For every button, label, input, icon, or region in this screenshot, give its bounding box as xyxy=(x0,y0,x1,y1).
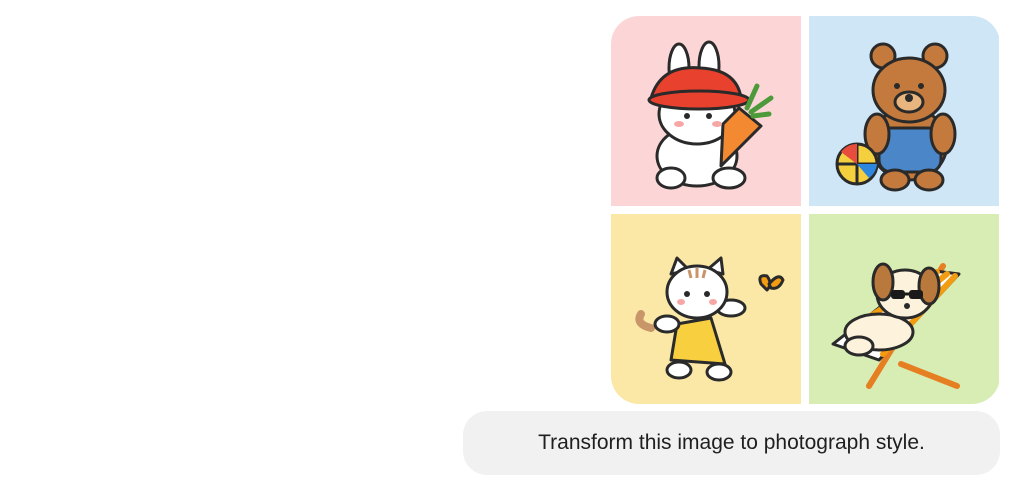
tile-dog-on-beach-chair xyxy=(809,214,999,404)
bear-illustration xyxy=(835,42,957,192)
attached-image[interactable] xyxy=(611,16,1000,404)
user-message-text: Transform this image to photograph style… xyxy=(538,431,925,454)
tile-cat-with-butterfly xyxy=(611,214,801,404)
dog-illustration xyxy=(831,262,961,389)
cat-illustration xyxy=(635,256,785,382)
tile-bunny-with-carrot xyxy=(611,16,801,206)
tile-bear-with-ball xyxy=(809,16,999,206)
bunny-illustration xyxy=(647,40,774,190)
user-message-bubble: Transform this image to photograph style… xyxy=(463,411,1000,475)
